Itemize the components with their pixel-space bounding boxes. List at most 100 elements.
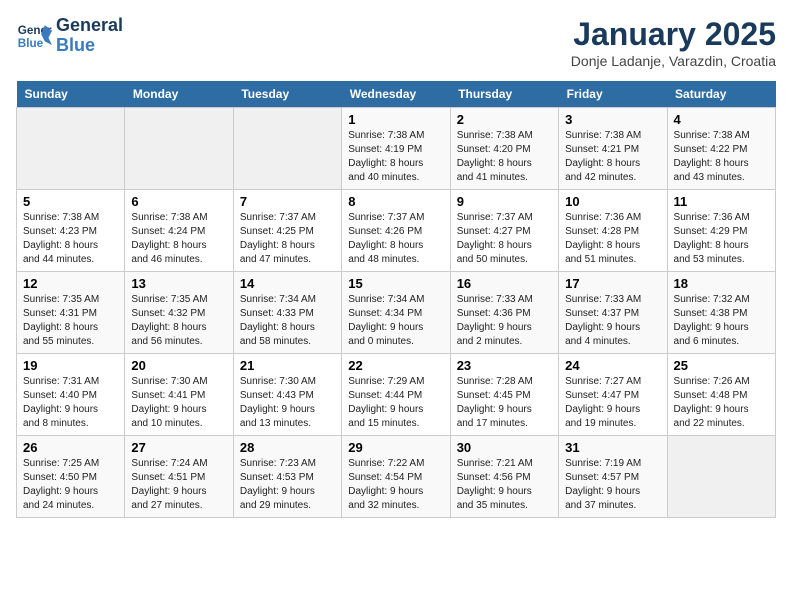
day-info: Sunrise: 7:35 AM Sunset: 4:31 PM Dayligh…	[23, 293, 118, 349]
calendar-cell: 19Sunrise: 7:31 AM Sunset: 4:40 PM Dayli…	[17, 354, 125, 436]
day-number: 19	[23, 358, 118, 373]
day-number: 22	[348, 358, 443, 373]
day-number: 14	[240, 276, 335, 291]
calendar-cell: 27 Sunrise: 7:24 AM Sunset: 4:51 PM Dayli…	[125, 436, 233, 518]
calendar-subtitle: Donje Ladanje, Varazdin, Croatia	[571, 53, 776, 69]
week-row-2: 5Sunrise: 7:38 AM Sunset: 4:23 PM Daylig…	[17, 190, 776, 272]
calendar-cell: 21 Sunrise: 7:30 AM Sunset: 4:43 PM Dayli…	[233, 354, 341, 436]
day-number: 15	[348, 276, 443, 291]
day-info: Sunrise: 7:36 AM Sunset: 4:28 PM Dayligh…	[565, 211, 660, 267]
logo-text: GeneralBlue	[56, 16, 123, 56]
logo: General Blue GeneralBlue	[16, 16, 123, 56]
day-number: 17	[565, 276, 660, 291]
day-header-thursday: Thursday	[450, 81, 558, 108]
calendar-title: January 2025	[571, 16, 776, 53]
calendar-cell: 24Sunrise: 7:27 AM Sunset: 4:47 PM Dayli…	[559, 354, 667, 436]
day-number: 29	[348, 440, 443, 455]
calendar-cell: 4 Sunrise: 7:38 AM Sunset: 4:22 PM Daylig…	[667, 108, 775, 190]
calendar-cell	[125, 108, 233, 190]
day-header-saturday: Saturday	[667, 81, 775, 108]
day-number: 2	[457, 112, 552, 127]
calendar-cell: 17 Sunrise: 7:33 AM Sunset: 4:37 PM Dayli…	[559, 272, 667, 354]
calendar-cell: 13Sunrise: 7:35 AM Sunset: 4:32 PM Dayli…	[125, 272, 233, 354]
day-number: 18	[674, 276, 769, 291]
day-info: Sunrise: 7:19 AM Sunset: 4:57 PM Dayligh…	[565, 457, 660, 513]
day-number: 16	[457, 276, 552, 291]
day-info: Sunrise: 7:32 AM Sunset: 4:38 PM Dayligh…	[674, 293, 769, 349]
day-info: Sunrise: 7:38 AM Sunset: 4:24 PM Dayligh…	[131, 211, 226, 267]
day-number: 28	[240, 440, 335, 455]
calendar-cell: 30 Sunrise: 7:21 AM Sunset: 4:56 PM Dayli…	[450, 436, 558, 518]
day-number: 13	[131, 276, 226, 291]
day-number: 30	[457, 440, 552, 455]
week-row-4: 19Sunrise: 7:31 AM Sunset: 4:40 PM Dayli…	[17, 354, 776, 436]
day-info: Sunrise: 7:21 AM Sunset: 4:56 PM Dayligh…	[457, 457, 552, 513]
day-number: 26	[23, 440, 118, 455]
calendar-cell	[233, 108, 341, 190]
calendar-cell: 8 Sunrise: 7:37 AM Sunset: 4:26 PM Daylig…	[342, 190, 450, 272]
day-info: Sunrise: 7:22 AM Sunset: 4:54 PM Dayligh…	[348, 457, 443, 513]
calendar-table: SundayMondayTuesdayWednesdayThursdayFrid…	[16, 81, 776, 518]
calendar-cell: 1 Sunrise: 7:38 AM Sunset: 4:19 PM Daylig…	[342, 108, 450, 190]
calendar-cell: 31 Sunrise: 7:19 AM Sunset: 4:57 PM Dayli…	[559, 436, 667, 518]
day-number: 27	[131, 440, 226, 455]
day-info: Sunrise: 7:38 AM Sunset: 4:19 PM Dayligh…	[348, 129, 443, 185]
week-row-1: 1 Sunrise: 7:38 AM Sunset: 4:19 PM Daylig…	[17, 108, 776, 190]
calendar-cell: 11 Sunrise: 7:36 AM Sunset: 4:29 PM Dayli…	[667, 190, 775, 272]
day-info: Sunrise: 7:33 AM Sunset: 4:37 PM Dayligh…	[565, 293, 660, 349]
days-header-row: SundayMondayTuesdayWednesdayThursdayFrid…	[17, 81, 776, 108]
day-info: Sunrise: 7:37 AM Sunset: 4:25 PM Dayligh…	[240, 211, 335, 267]
day-number: 10	[565, 194, 660, 209]
day-info: Sunrise: 7:26 AM Sunset: 4:48 PM Dayligh…	[674, 375, 769, 431]
calendar-cell: 29 Sunrise: 7:22 AM Sunset: 4:54 PM Dayli…	[342, 436, 450, 518]
calendar-cell: 26Sunrise: 7:25 AM Sunset: 4:50 PM Dayli…	[17, 436, 125, 518]
day-number: 11	[674, 194, 769, 209]
day-info: Sunrise: 7:24 AM Sunset: 4:51 PM Dayligh…	[131, 457, 226, 513]
header: General Blue GeneralBlue January 2025 Do…	[16, 16, 776, 69]
day-info: Sunrise: 7:30 AM Sunset: 4:43 PM Dayligh…	[240, 375, 335, 431]
day-number: 4	[674, 112, 769, 127]
day-header-wednesday: Wednesday	[342, 81, 450, 108]
day-info: Sunrise: 7:28 AM Sunset: 4:45 PM Dayligh…	[457, 375, 552, 431]
day-number: 23	[457, 358, 552, 373]
day-number: 24	[565, 358, 660, 373]
day-info: Sunrise: 7:38 AM Sunset: 4:21 PM Dayligh…	[565, 129, 660, 185]
calendar-cell: 7 Sunrise: 7:37 AM Sunset: 4:25 PM Daylig…	[233, 190, 341, 272]
day-info: Sunrise: 7:37 AM Sunset: 4:26 PM Dayligh…	[348, 211, 443, 267]
logo-icon: General Blue	[16, 18, 52, 54]
calendar-cell: 18 Sunrise: 7:32 AM Sunset: 4:38 PM Dayli…	[667, 272, 775, 354]
day-number: 31	[565, 440, 660, 455]
day-number: 12	[23, 276, 118, 291]
day-info: Sunrise: 7:38 AM Sunset: 4:22 PM Dayligh…	[674, 129, 769, 185]
calendar-cell	[17, 108, 125, 190]
calendar-cell: 25 Sunrise: 7:26 AM Sunset: 4:48 PM Dayli…	[667, 354, 775, 436]
day-number: 25	[674, 358, 769, 373]
calendar-cell	[667, 436, 775, 518]
day-info: Sunrise: 7:29 AM Sunset: 4:44 PM Dayligh…	[348, 375, 443, 431]
calendar-cell: 23 Sunrise: 7:28 AM Sunset: 4:45 PM Dayli…	[450, 354, 558, 436]
calendar-cell: 5Sunrise: 7:38 AM Sunset: 4:23 PM Daylig…	[17, 190, 125, 272]
day-info: Sunrise: 7:38 AM Sunset: 4:23 PM Dayligh…	[23, 211, 118, 267]
day-number: 7	[240, 194, 335, 209]
day-number: 1	[348, 112, 443, 127]
day-number: 20	[131, 358, 226, 373]
calendar-cell: 3 Sunrise: 7:38 AM Sunset: 4:21 PM Daylig…	[559, 108, 667, 190]
day-number: 3	[565, 112, 660, 127]
calendar-cell: 14 Sunrise: 7:34 AM Sunset: 4:33 PM Dayli…	[233, 272, 341, 354]
day-header-monday: Monday	[125, 81, 233, 108]
calendar-cell: 28 Sunrise: 7:23 AM Sunset: 4:53 PM Dayli…	[233, 436, 341, 518]
calendar-cell: 2Sunrise: 7:38 AM Sunset: 4:20 PM Daylig…	[450, 108, 558, 190]
calendar-cell: 6Sunrise: 7:38 AM Sunset: 4:24 PM Daylig…	[125, 190, 233, 272]
day-number: 21	[240, 358, 335, 373]
day-info: Sunrise: 7:33 AM Sunset: 4:36 PM Dayligh…	[457, 293, 552, 349]
svg-text:Blue: Blue	[18, 37, 44, 50]
day-info: Sunrise: 7:34 AM Sunset: 4:33 PM Dayligh…	[240, 293, 335, 349]
day-header-friday: Friday	[559, 81, 667, 108]
calendar-cell: 9Sunrise: 7:37 AM Sunset: 4:27 PM Daylig…	[450, 190, 558, 272]
day-info: Sunrise: 7:36 AM Sunset: 4:29 PM Dayligh…	[674, 211, 769, 267]
day-number: 9	[457, 194, 552, 209]
day-number: 8	[348, 194, 443, 209]
day-info: Sunrise: 7:23 AM Sunset: 4:53 PM Dayligh…	[240, 457, 335, 513]
week-row-3: 12 Sunrise: 7:35 AM Sunset: 4:31 PM Dayli…	[17, 272, 776, 354]
day-header-sunday: Sunday	[17, 81, 125, 108]
